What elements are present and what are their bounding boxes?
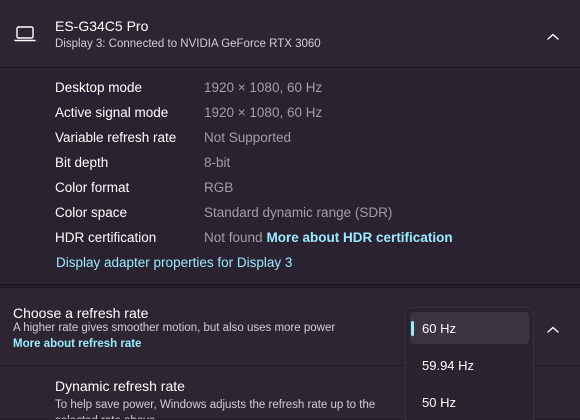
info-row-hdr-certification: HDR certification Not found More about HD… [0,230,580,250]
display-adapter-properties-link[interactable]: Display adapter properties for Display 3 [56,255,292,270]
refresh-rate-title: Choose a refresh rate [13,305,149,321]
info-row-active-signal-mode: Active signal mode 1920 × 1080, 60 Hz [0,105,580,125]
info-label: Variable refresh rate [55,130,177,145]
refresh-rate-option-59-94hz[interactable]: 59.94 Hz [410,349,529,381]
display-info-panel: Desktop mode 1920 × 1080, 60 Hz Active s… [0,68,580,284]
device-connection-subtitle: Display 3: Connected to NVIDIA GeForce R… [55,38,321,50]
info-label: Desktop mode [55,80,143,95]
device-name: ES-G34C5 Pro [55,18,149,34]
chevron-up-icon[interactable] [546,29,560,40]
info-label: Color space [55,205,128,220]
option-label: 60 Hz [422,321,456,336]
section-divider [0,284,580,285]
chevron-up-icon[interactable] [546,322,560,333]
info-row-desktop-mode: Desktop mode 1920 × 1080, 60 Hz [0,80,580,100]
refresh-rate-learn-more-link[interactable]: More about refresh rate [13,338,141,350]
info-row-color-space: Color space Standard dynamic range (SDR) [0,205,580,225]
option-label: 50 Hz [422,395,456,410]
info-value: 1920 × 1080, 60 Hz [204,105,323,120]
refresh-rate-description: A higher rate gives smoother motion, but… [13,322,336,334]
info-label: HDR certification [55,230,157,245]
display-device-header[interactable]: ES-G34C5 Pro Display 3: Connected to NVI… [0,0,580,68]
info-value: RGB [204,180,234,195]
info-value: Standard dynamic range (SDR) [204,205,393,220]
hdr-certification-link[interactable]: More about HDR certification [267,230,453,245]
dynamic-refresh-rate-description: To help save power, Windows adjusts the … [55,399,376,419]
info-row-color-format: Color format RGB [0,180,580,200]
option-label: 59.94 Hz [422,358,475,373]
info-row-variable-refresh-rate: Variable refresh rate Not Supported [0,130,580,150]
refresh-rate-dropdown-list[interactable]: 60 Hz 59.94 Hz 50 Hz [405,307,534,420]
info-value: Not found [204,230,263,245]
refresh-rate-option-50hz[interactable]: 50 Hz [410,386,529,418]
info-value-group: Not found More about HDR certification [204,230,453,245]
selected-indicator [411,321,414,336]
refresh-rate-option-60hz[interactable]: 60 Hz [410,312,529,344]
info-value: 8-bit [204,155,231,170]
info-row-bit-depth: Bit depth 8-bit [0,155,580,175]
info-label: Color format [55,180,130,195]
info-value: Not Supported [204,130,292,145]
laptop-icon [14,25,36,43]
info-label: Active signal mode [55,105,169,120]
dynamic-refresh-rate-title: Dynamic refresh rate [55,378,185,394]
info-label: Bit depth [55,155,109,170]
info-value: 1920 × 1080, 60 Hz [204,80,323,95]
